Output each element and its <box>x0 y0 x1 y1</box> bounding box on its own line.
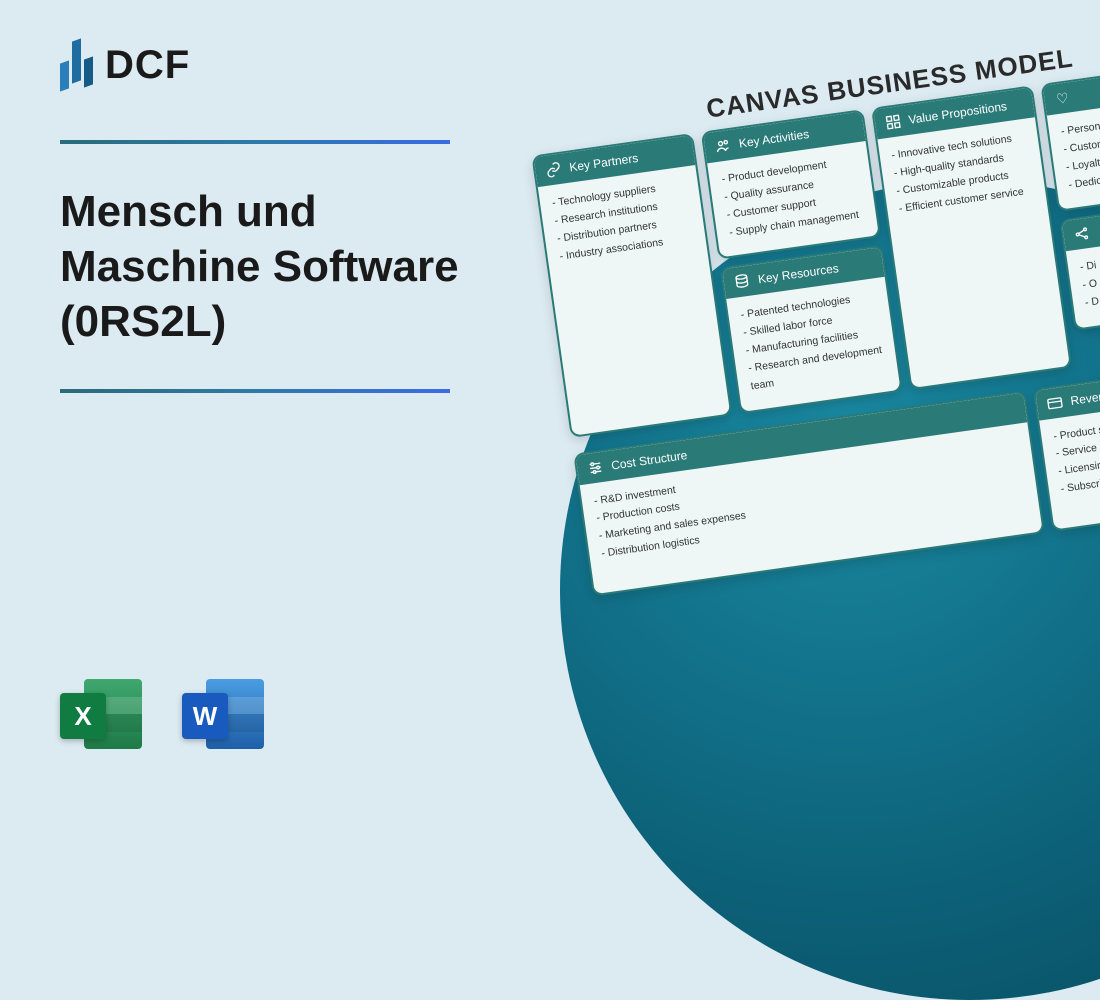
card-customer-relations: ♡ Personaliz Customer Loyalty p Dedica <box>1040 67 1100 213</box>
brand-name: DCF <box>105 43 190 88</box>
database-icon <box>733 273 751 291</box>
grid-icon <box>884 113 902 131</box>
card-icon <box>1046 394 1064 412</box>
canvas-board: CANVAS BUSINESS MODEL Key Partners Techn… <box>526 30 1100 596</box>
card-body-value: Innovative tech solutions High-quality s… <box>877 117 1048 234</box>
card-key-activities: Key Activities Product development Quali… <box>701 109 881 260</box>
sliders-icon <box>586 458 604 476</box>
card-key-partners: Key Partners Technology suppliers Resear… <box>531 133 732 438</box>
page-title: Mensch und Maschine Software (0RS2L) <box>60 184 500 349</box>
excel-badge-letter: X <box>60 693 106 739</box>
link-icon <box>545 161 563 179</box>
card-body-partners: Technology suppliers Research institutio… <box>538 165 709 282</box>
card-body-activities: Product development Quality assurance Cu… <box>707 141 878 258</box>
people-icon <box>714 137 732 155</box>
excel-icon: X <box>60 673 142 755</box>
card-revenue: Revenue S Product sales Service contract… <box>1033 364 1100 531</box>
word-badge-letter: W <box>182 693 228 739</box>
card-title: Key Activities <box>738 127 810 151</box>
card-key-resources: Key Resources Patented technologies Skil… <box>720 245 902 414</box>
card-body-resources: Patented technologies Skilled labor forc… <box>727 277 900 411</box>
card-title: Key Resources <box>757 261 840 286</box>
share-icon <box>1072 225 1090 243</box>
divider-bottom <box>60 389 450 393</box>
divider-top <box>60 140 450 144</box>
card-title: Cost Structure <box>610 448 688 473</box>
card-value-propositions: Value Propositions Innovative tech solut… <box>871 85 1072 390</box>
card-body-custrel: Personaliz Customer Loyalty p Dedica <box>1047 99 1100 210</box>
heart-icon: ♡ <box>1053 89 1071 107</box>
word-icon: W <box>182 673 264 755</box>
logo-bars-icon <box>60 40 93 90</box>
card-title: Key Partners <box>568 151 639 175</box>
card-extra: Di O D <box>1059 203 1100 331</box>
brand-logo: DCF <box>60 40 500 90</box>
card-title: Revenue S <box>1070 385 1100 407</box>
